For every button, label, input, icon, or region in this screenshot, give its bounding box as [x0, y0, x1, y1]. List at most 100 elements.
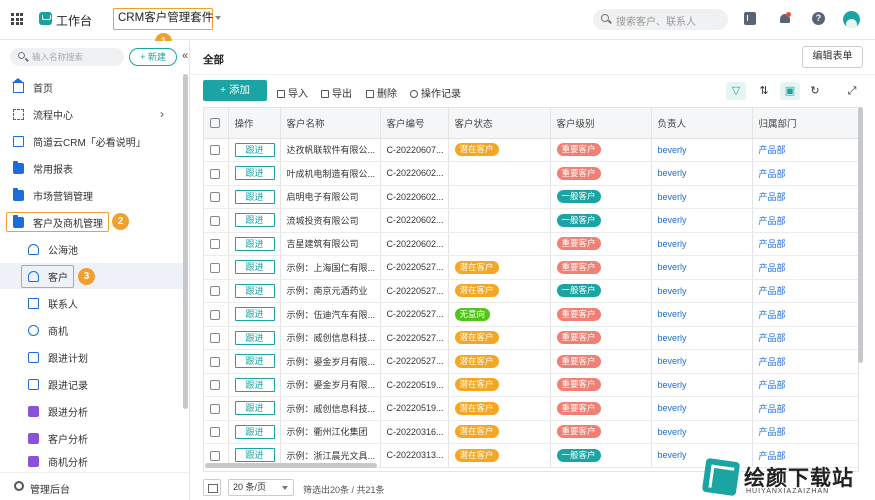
- row-checkbox[interactable]: [210, 333, 220, 344]
- department-link[interactable]: 产品部: [759, 145, 786, 155]
- follow-up-button[interactable]: 跟进: [234, 424, 275, 439]
- follow-up-button[interactable]: 跟进: [234, 377, 275, 392]
- table-row[interactable]: 跟进 叶成机电制造有限公... C-20220602... 重要客户 beverly 产品…: [204, 161, 858, 186]
- page-size-select[interactable]: 20 条/页: [228, 479, 294, 496]
- workbench-link[interactable]: 工作台: [56, 12, 92, 29]
- row-checkbox[interactable]: [210, 427, 220, 438]
- follow-up-button[interactable]: 跟进: [234, 189, 275, 204]
- department-link[interactable]: 产品部: [759, 380, 786, 390]
- row-checkbox[interactable]: [210, 239, 220, 250]
- row-checkbox[interactable]: [210, 192, 220, 203]
- department-link[interactable]: 产品部: [759, 333, 786, 343]
- sidebar-item-follow-analysis[interactable]: 跟进分析: [0, 398, 183, 424]
- delete-button[interactable]: 删除: [366, 85, 397, 100]
- customer-name-cell[interactable]: 示例：南京元酒药业: [280, 279, 381, 303]
- row-select-cell[interactable]: [204, 185, 229, 209]
- add-button[interactable]: + 添加: [203, 80, 267, 101]
- owner-link[interactable]: beverly: [658, 239, 687, 249]
- sidebar-item-workflow[interactable]: 流程中心 ›: [0, 101, 183, 127]
- row-select-cell[interactable]: [204, 208, 229, 233]
- operation-log-button[interactable]: 操作记录: [410, 85, 461, 100]
- row-select-cell[interactable]: [204, 255, 229, 280]
- refresh-icon[interactable]: ↻: [805, 82, 825, 100]
- row-select-cell[interactable]: [204, 326, 229, 350]
- app-grid-icon[interactable]: [11, 13, 23, 25]
- customer-name-cell[interactable]: 启明电子有限公司: [280, 185, 381, 209]
- row-select-cell[interactable]: [204, 302, 229, 327]
- follow-up-button[interactable]: 跟进: [234, 166, 275, 181]
- sidebar-item-opportunity[interactable]: 商机: [0, 317, 183, 343]
- customer-name-cell[interactable]: 示例：上海国仁有限...: [280, 255, 381, 280]
- customer-name-cell[interactable]: 示例：威创信息科技...: [280, 326, 381, 350]
- sort-icon[interactable]: ⇅: [754, 82, 774, 100]
- owner-link[interactable]: beverly: [658, 333, 687, 343]
- table-row[interactable]: 跟进 吉星建筑有限公司 C-20220602... 重要客户 beverly 产品部: [204, 232, 858, 256]
- fullscreen-icon[interactable]: ⤢: [842, 82, 862, 100]
- row-select-cell[interactable]: [204, 161, 229, 186]
- department-link[interactable]: 产品部: [759, 286, 786, 296]
- edit-form-button[interactable]: 编辑表单: [802, 46, 863, 68]
- department-link[interactable]: 产品部: [759, 263, 786, 273]
- collapse-sidebar-icon[interactable]: «: [182, 50, 188, 62]
- row-checkbox[interactable]: [210, 309, 220, 320]
- customer-name-cell[interactable]: 示例：伍迪汽车有限...: [280, 302, 381, 327]
- row-select-cell[interactable]: [204, 349, 229, 374]
- select-all-cell[interactable]: [204, 108, 229, 139]
- department-link[interactable]: 产品部: [759, 427, 786, 437]
- customer-name-cell[interactable]: 叶成机电制造有限公...: [280, 161, 381, 186]
- follow-up-button[interactable]: 跟进: [234, 354, 275, 369]
- help-icon[interactable]: ?: [812, 12, 825, 25]
- export-button[interactable]: 导出: [321, 85, 352, 100]
- follow-up-button[interactable]: 跟进: [234, 142, 275, 157]
- customer-name-cell[interactable]: 吉星建筑有限公司: [280, 232, 381, 256]
- avatar[interactable]: [843, 11, 860, 28]
- owner-link[interactable]: beverly: [658, 450, 687, 460]
- row-checkbox[interactable]: [210, 286, 220, 297]
- sidebar-item-opportunity-analysis[interactable]: 商机分析: [0, 452, 183, 470]
- row-select-cell[interactable]: [204, 420, 229, 444]
- owner-link[interactable]: beverly: [658, 380, 687, 390]
- view-icon[interactable]: ▣: [780, 82, 800, 100]
- sidebar-item-follow-record[interactable]: 跟进记录: [0, 371, 183, 397]
- page-layout-icon[interactable]: [203, 479, 221, 496]
- department-link[interactable]: 产品部: [759, 169, 786, 179]
- owner-link[interactable]: beverly: [658, 427, 687, 437]
- department-link[interactable]: 产品部: [759, 310, 786, 320]
- department-link[interactable]: 产品部: [759, 192, 786, 202]
- customer-name-cell[interactable]: 达孜帆联软件有限公...: [280, 138, 381, 162]
- department-link[interactable]: 产品部: [759, 357, 786, 367]
- row-checkbox[interactable]: [210, 403, 220, 414]
- sidebar-item-home[interactable]: 首页: [0, 74, 183, 100]
- horizontal-scrollbar[interactable]: [205, 463, 377, 468]
- sidebar-scrollbar[interactable]: [183, 74, 188, 409]
- new-button[interactable]: + 新建: [129, 48, 177, 66]
- owner-link[interactable]: beverly: [658, 309, 687, 319]
- row-select-cell[interactable]: [204, 232, 229, 256]
- customer-name-cell[interactable]: 示例：威创信息科技...: [280, 396, 381, 421]
- import-button[interactable]: 导入: [277, 85, 308, 100]
- owner-link[interactable]: beverly: [658, 262, 687, 272]
- column-header[interactable]: 客户名称: [280, 108, 381, 139]
- table-row[interactable]: 跟进 示例：威创信息科技... C-20220519... 潜在客户 重要客户 bever…: [204, 396, 858, 421]
- chevron-down-icon[interactable]: [215, 16, 221, 20]
- row-select-cell[interactable]: [204, 138, 229, 162]
- follow-up-button[interactable]: 跟进: [234, 307, 275, 322]
- column-header[interactable]: 负责人: [651, 108, 753, 139]
- row-select-cell[interactable]: [204, 396, 229, 421]
- book-icon[interactable]: [744, 12, 756, 25]
- follow-up-button[interactable]: 跟进: [234, 260, 275, 275]
- follow-up-button[interactable]: 跟进: [234, 448, 275, 463]
- column-header[interactable]: 客户级别: [550, 108, 652, 139]
- chevron-right-icon[interactable]: ›: [160, 107, 164, 121]
- table-row[interactable]: 跟进 示例：鎏金岁月有限... C-20220519... 潜在客户 重要客户 bever…: [204, 373, 858, 397]
- department-link[interactable]: 产品部: [759, 404, 786, 414]
- sidebar-item-marketing[interactable]: 市场营销管理: [0, 182, 183, 208]
- customer-name-cell[interactable]: 流城投资有限公司: [280, 208, 381, 233]
- follow-up-button[interactable]: 跟进: [234, 401, 275, 416]
- bell-icon[interactable]: [779, 12, 791, 25]
- select-all-checkbox[interactable]: [210, 117, 220, 128]
- sidebar-item-guide[interactable]: 简道云CRM「必看说明」: [0, 128, 183, 154]
- sidebar-item-customer-analysis[interactable]: 客户分析: [0, 425, 183, 451]
- customer-name-cell[interactable]: 示例：鎏金岁月有限...: [280, 373, 381, 397]
- sidebar-item-reports[interactable]: 常用报表: [0, 155, 183, 181]
